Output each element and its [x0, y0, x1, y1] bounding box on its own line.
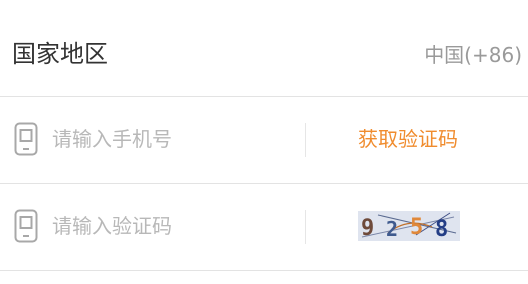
captcha-char: 2 — [386, 217, 398, 241]
captcha-char: 8 — [435, 217, 448, 241]
field-divider — [305, 210, 306, 244]
field-divider — [305, 123, 306, 157]
country-code-value[interactable]: 中国(+86) — [424, 40, 522, 70]
verification-code-input[interactable] — [52, 210, 292, 242]
get-verification-code-button[interactable]: 获取验证码 — [358, 124, 458, 154]
mobile-phone-icon — [14, 209, 38, 243]
country-region-label: 国家地区 — [12, 40, 108, 68]
verification-code-row: 9 2 5 8 — [0, 184, 528, 271]
captcha-char: 9 — [361, 216, 374, 241]
phone-number-row: 获取验证码 — [0, 97, 528, 184]
country-region-row[interactable]: 国家地区 中国(+86) — [0, 0, 528, 97]
captcha-image[interactable]: 9 2 5 8 — [358, 211, 460, 241]
phone-number-input[interactable] — [52, 123, 292, 155]
captcha-char: 5 — [410, 215, 423, 240]
mobile-phone-icon — [14, 122, 38, 156]
